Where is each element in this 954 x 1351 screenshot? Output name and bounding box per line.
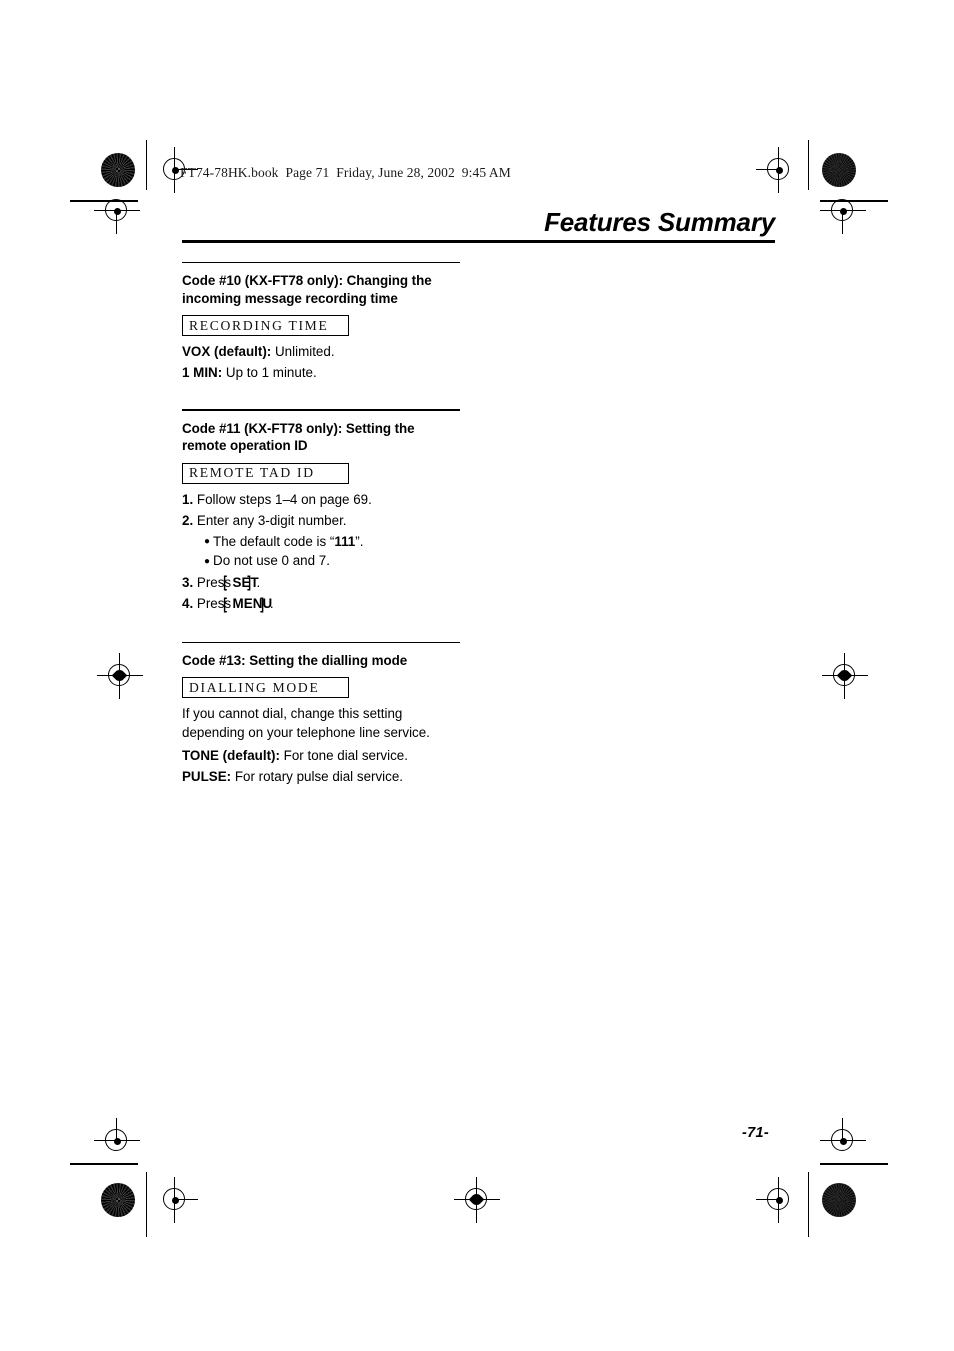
option-line-pulse: PULSE: For rotary pulse dial service. (182, 767, 460, 787)
registration-crosshair-left-lower (94, 1118, 140, 1164)
option-text: Up to 1 minute. (222, 364, 317, 380)
trim-line-right-horizontal-bottom (820, 1163, 888, 1165)
key-label-menu: MENU (232, 596, 273, 612)
section-heading: Code #10 (KX-FT78 only): Changing the in… (182, 273, 432, 306)
note-bullet-restriction: ● Do not use 0 and 7. (182, 551, 460, 571)
section-divider-rule (182, 409, 460, 411)
registration-crosshair-bottom-center (454, 1177, 500, 1223)
procedure-step-4: 4. Press [MENU]. (182, 595, 274, 613)
section-heading: Code #11 (KX-FT78 only): Setting the rem… (182, 420, 415, 454)
halftone-registration-circle-top-right (822, 153, 856, 187)
content-column: Code #10 (KX-FT78 only): Changing the in… (182, 262, 460, 787)
trim-line-bottom-left-vertical (146, 1172, 148, 1237)
page-number-folio: -71- (742, 1125, 769, 1141)
step-text: Enter any 3-digit number. (193, 512, 347, 528)
option-line-vox: VOX (default): Unlimited. (182, 342, 460, 362)
bullet-text-post: ”. (355, 533, 364, 549)
page-title: Features Summary (544, 207, 775, 237)
halftone-registration-circle-bottom-right (822, 1183, 856, 1217)
trim-line-bottom-right-vertical (808, 1172, 810, 1237)
option-label: VOX (default): (182, 344, 272, 360)
section-paragraph: If you cannot dial, change this setting … (182, 706, 430, 741)
page-title-rule (182, 240, 775, 244)
step-end-punct: . (256, 574, 261, 590)
section-divider-rule (182, 641, 460, 643)
halftone-registration-circle-top-left (101, 153, 135, 187)
document-page: FT74-78HK.book Page 71 Friday, June 28, … (0, 0, 954, 1351)
lcd-display-text: REMOTE TAD ID (189, 465, 315, 481)
lcd-display-dialling-mode: DIALLING MODE (182, 677, 349, 699)
step-text: Follow steps 1–4 on page 69. (193, 491, 372, 507)
registration-crosshair-left-upper (94, 188, 140, 234)
lcd-display-recording-time: RECORDING TIME (182, 315, 349, 337)
procedure-step-1: 1. Follow steps 1–4 on page 69. (182, 490, 460, 510)
step-number: 1. (182, 491, 194, 507)
option-line-1min: 1 MIN: Up to 1 minute. (182, 363, 460, 383)
registration-crosshair-right-lower (820, 1118, 866, 1164)
bullet-text-pre: Do not use 0 and 7. (213, 553, 330, 569)
option-text: For rotary pulse dial service. (231, 768, 404, 784)
section-code-13: Code #13: Setting the dialling mode DIAL… (182, 641, 460, 787)
step-press-text: Press (193, 574, 235, 590)
step-number: 4. (182, 596, 194, 612)
lcd-display-text: RECORDING TIME (189, 317, 329, 333)
registration-crosshair-right-middle (822, 653, 868, 699)
procedure-step-3: 3. Press [SET]. (182, 574, 261, 592)
bullet-dot-icon: ● (204, 536, 211, 548)
step-number: 3. (182, 574, 194, 590)
option-text: Unlimited. (271, 344, 335, 360)
registration-crosshair-right-upper (820, 188, 866, 234)
bullet-text-pre: The default code is “ (213, 533, 335, 549)
lcd-display-text: DIALLING MODE (189, 679, 320, 695)
section-code-10: Code #10 (KX-FT78 only): Changing the in… (182, 262, 460, 382)
registration-crosshair-bottom-left (152, 1177, 198, 1223)
trim-line-top-right-vertical (808, 140, 810, 190)
bullet-dot-icon: ● (204, 555, 211, 567)
registration-crosshair-top-right (756, 147, 802, 193)
step-end-punct: . (269, 596, 274, 612)
key-label-set: SET (232, 574, 259, 590)
book-file-info: FT74-78HK.book Page 71 Friday, June 28, … (180, 165, 511, 180)
registration-crosshair-left-middle (97, 653, 143, 699)
section-divider-rule (182, 262, 460, 264)
step-number: 2. (182, 512, 194, 528)
option-text: For tone dial service. (279, 748, 408, 764)
option-label: PULSE: (182, 768, 232, 784)
lcd-display-remote-tad-id: REMOTE TAD ID (182, 462, 349, 484)
option-label: 1 MIN: (182, 364, 223, 380)
option-label: TONE (default): (182, 748, 280, 764)
bullet-text-strong: 111 (334, 533, 356, 549)
step-press-text: Press (193, 596, 235, 612)
note-bullet-default-code: ● The default code is “111”. (182, 532, 460, 552)
registration-crosshair-bottom-right (756, 1177, 802, 1223)
section-code-11: Code #11 (KX-FT78 only): Setting the rem… (182, 409, 460, 614)
procedure-step-2: 2. Enter any 3-digit number. (182, 511, 460, 531)
halftone-registration-circle-bottom-left (101, 1183, 135, 1217)
trim-line-top-left-vertical (146, 140, 148, 190)
option-line-tone: TONE (default): For tone dial service. (182, 746, 460, 766)
trim-line-left-horizontal-bottom (70, 1163, 138, 1165)
section-heading: Code #13: Setting the dialling mode (182, 652, 408, 668)
